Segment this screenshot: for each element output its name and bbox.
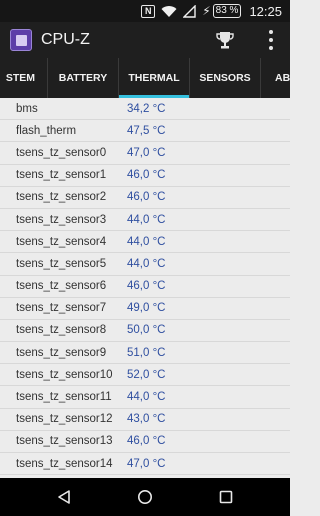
navigation-bar [0,478,290,516]
sensor-name: tsens_tz_sensor8 [16,324,107,337]
sensor-name: tsens_tz_sensor4 [16,235,107,248]
sensor-row[interactable]: tsens_tz_sensor5 44,0 °C [0,253,290,276]
battery-percent: 83 % [212,4,242,18]
home-icon[interactable] [137,489,153,505]
trophy-button[interactable] [212,28,238,52]
sensor-row[interactable]: tsens_tz_sensor8 50,0 °C [0,320,290,343]
sensor-name: bms [16,102,38,115]
sensor-name: tsens_tz_sensor14 [16,457,113,470]
sensor-row[interactable]: tsens_tz_sensor6 46,0 °C [0,276,290,298]
sensor-row[interactable]: tsens_tz_sensor13 46,0 °C [0,431,290,453]
sensor-row[interactable]: tsens_tz_sensor2 46,0 °C [0,187,290,209]
sensor-row[interactable]: tsens_tz_sensor3 44,0 °C [0,209,290,232]
sensor-name: tsens_tz_sensor3 [16,213,107,226]
sensor-name: tsens_tz_sensor1 [16,169,107,182]
sensor-value: 52,0 °C [127,368,166,381]
sensor-row[interactable]: tsens_tz_sensor1 46,0 °C [0,165,290,187]
sensor-value: 49,0 °C [127,302,166,315]
sensor-value: 46,0 °C [127,169,166,182]
sensor-row[interactable]: flash_therm 47,5 °C [0,120,290,143]
sensor-name: tsens_tz_sensor5 [16,257,107,270]
sensor-row[interactable]: tsens_tz_sensor10 52,0 °C [0,364,290,387]
sensor-row[interactable]: tsens_tz_sensor11 44,0 °C [0,386,290,409]
sensor-row[interactable]: bms 34,2 °C [0,98,290,121]
status-bar: N ⚡ 83 % 12:25 [0,0,290,22]
sensor-value: 46,0 °C [127,435,166,448]
more-options-button[interactable] [266,30,276,50]
app-bar: CPU-Z [0,22,290,58]
sensor-row[interactable]: tsens_tz_sensor12 43,0 °C [0,409,290,431]
sensor-value: 34,2 °C [127,102,166,115]
sensor-value: 47,0 °C [127,457,166,470]
sensor-name: tsens_tz_sensor11 [16,391,112,404]
nfc-icon: N [141,4,156,18]
sensor-value: 44,0 °C [127,235,166,248]
sensor-row[interactable]: tsens_tz_sensor7 49,0 °C [0,298,290,320]
sensor-name: tsens_tz_sensor12 [16,413,113,426]
sensor-value: 47,5 °C [127,124,166,137]
sensor-value: 47,0 °C [127,146,166,159]
thermal-sensor-list[interactable]: bms 34,2 °C flash_therm 47,5 °C tsens_tz_sen… [0,98,290,478]
tab-battery[interactable]: BATTERY [48,58,118,98]
back-icon[interactable] [56,489,72,505]
sensor-value: 43,0 °C [127,413,166,426]
sensor-value: 50,0 °C [127,324,166,337]
sensor-name: tsens_tz_sensor0 [16,146,107,159]
tab-system[interactable]: STEM [0,58,47,98]
sensor-name: flash_therm [16,124,77,137]
sensor-value: 51,0 °C [127,346,166,359]
sensor-name: tsens_tz_sensor10 [16,368,113,381]
sensor-name: tsens_tz_sensor13 [16,435,113,448]
sensor-row[interactable]: tsens_tz_sensor4 44,0 °C [0,231,290,254]
sensor-value: 44,0 °C [127,213,166,226]
battery-charging-icon: ⚡ [202,4,211,18]
sensor-row[interactable]: tsens_tz_sensor0 47,0 °C [0,142,290,165]
status-time: 12:25 [249,3,282,19]
sensor-name: tsens_tz_sensor7 [16,302,107,315]
tab-about[interactable]: ABO [261,58,290,98]
tab-bar: STEM BATTERY THERMAL SENSORS ABO [0,58,290,98]
app-title: CPU-Z [41,31,90,48]
battery-indicator: ⚡ 83 % [202,4,242,18]
recents-icon[interactable] [218,489,234,505]
sensor-value: 44,0 °C [127,257,166,270]
trophy-icon [216,32,234,49]
sensor-row[interactable]: tsens_tz_sensor9 51,0 °C [0,342,290,365]
sensor-value: 46,0 °C [127,280,166,293]
sensor-value: 44,0 °C [127,391,166,404]
sensor-name: tsens_tz_sensor2 [16,191,107,204]
more-vert-icon [269,30,273,34]
cpu-z-logo-icon [10,29,32,51]
sensor-value: 46,0 °C [127,191,166,204]
tab-thermal[interactable]: THERMAL [119,58,189,98]
cellular-icon [183,4,196,18]
wifi-icon [161,5,177,18]
tab-sensors[interactable]: SENSORS [190,58,260,98]
sensor-row[interactable]: tsens_tz_sensor14 47,0 °C [0,453,290,476]
sensor-name: tsens_tz_sensor9 [16,346,107,359]
sensor-name: tsens_tz_sensor6 [16,280,107,293]
